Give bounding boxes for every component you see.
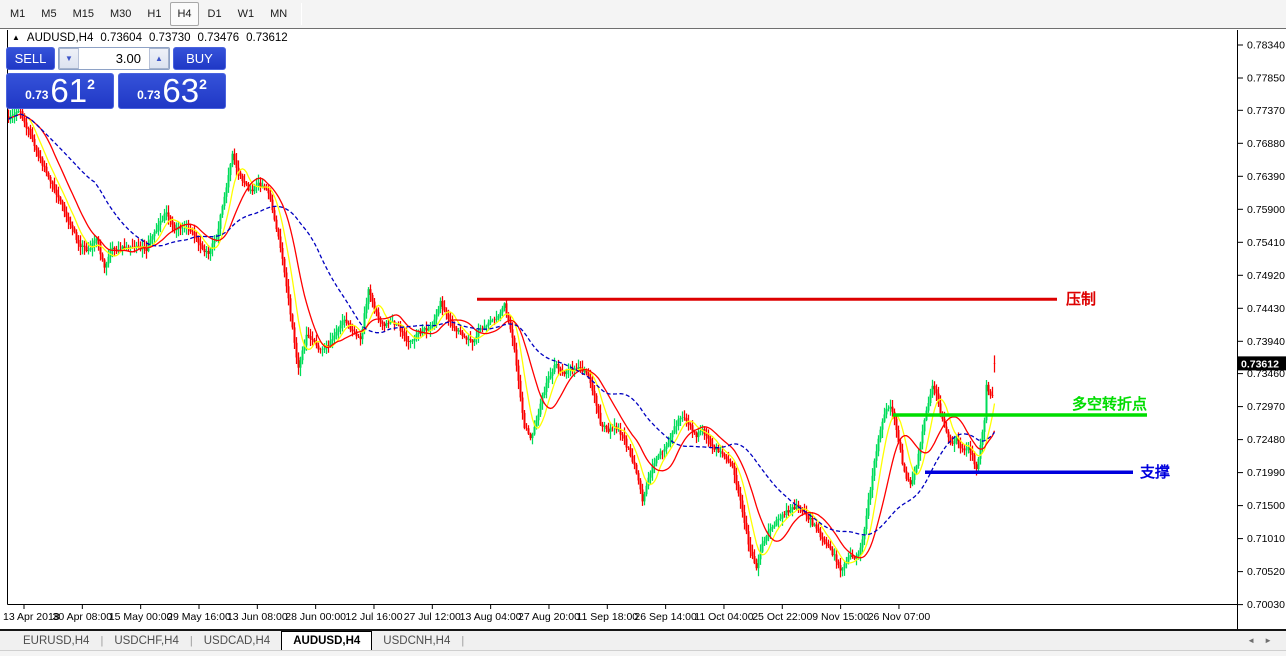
tab-eurusd[interactable]: EURUSD,H4 bbox=[12, 631, 100, 650]
time-axis-label: 13 Apr 2018 bbox=[3, 611, 60, 623]
sell-price-pipette: 2 bbox=[87, 76, 95, 92]
buy-price-big: 63 bbox=[162, 75, 199, 106]
volume-decrease-button[interactable]: ▼ bbox=[59, 48, 79, 69]
quote-symbol: AUDUSD,H4 bbox=[27, 32, 93, 44]
moving-average-mid bbox=[9, 114, 995, 558]
tab-usdcad[interactable]: USDCAD,H4 bbox=[193, 631, 281, 650]
chart-frame bbox=[8, 30, 1238, 629]
tab-scroll-right-icon[interactable]: ► bbox=[1264, 636, 1272, 645]
tab-usdchf[interactable]: USDCHF,H4 bbox=[103, 631, 190, 650]
status-strip bbox=[0, 650, 1286, 656]
support-label[interactable]: 支撑 bbox=[1140, 461, 1170, 482]
time-axis-label: 27 Aug 20:00 bbox=[518, 611, 580, 623]
time-axis-label: 12 Jul 16:00 bbox=[345, 611, 402, 623]
sell-button[interactable]: SELL bbox=[6, 47, 55, 70]
sell-price-panel[interactable]: 0.73 61 2 bbox=[6, 73, 114, 109]
price-axis-label: 0.74430 bbox=[1247, 303, 1285, 315]
price-axis-label: 0.76390 bbox=[1247, 171, 1285, 183]
price-axis-label: 0.75410 bbox=[1247, 237, 1285, 249]
price-axis-label: 0.71010 bbox=[1247, 533, 1285, 545]
tab-scroll-left-icon[interactable]: ◄ bbox=[1247, 636, 1255, 645]
time-axis-label: 26 Sep 14:00 bbox=[634, 611, 697, 623]
price-axis-label: 0.76880 bbox=[1247, 138, 1285, 150]
time-axis-label: 25 Oct 22:00 bbox=[752, 611, 812, 623]
price-axis-label: 0.77370 bbox=[1247, 105, 1285, 117]
price-axis-label: 0.70520 bbox=[1247, 566, 1285, 578]
turning-point-label[interactable]: 多空转折点 bbox=[1072, 393, 1147, 414]
chart-tab-bar: EURUSD,H4 | USDCHF,H4 | USDCAD,H4 AUDUSD… bbox=[0, 629, 1286, 650]
sell-price-prefix: 0.73 bbox=[25, 88, 48, 102]
time-axis[interactable]: 13 Apr 201830 Apr 08:0015 May 00:0029 Ma… bbox=[3, 605, 930, 624]
volume-spinner: ▼ 3.00 ▲ bbox=[58, 47, 170, 70]
collapse-icon[interactable]: ▲ bbox=[12, 33, 20, 42]
tab-audusd[interactable]: AUDUSD,H4 bbox=[281, 631, 372, 650]
quote-line: ▲ AUDUSD,H4 0.73604 0.73730 0.73476 0.73… bbox=[12, 32, 288, 44]
price-axis-label: 0.71500 bbox=[1247, 500, 1285, 512]
quote-close: 0.73612 bbox=[246, 32, 288, 44]
time-axis-label: 11 Sep 18:00 bbox=[576, 611, 638, 623]
spin-down-icon: ▼ bbox=[65, 54, 73, 63]
price-axis-label: 0.74920 bbox=[1247, 270, 1285, 282]
quote-low: 0.73476 bbox=[198, 32, 240, 44]
buy-price-prefix: 0.73 bbox=[137, 88, 160, 102]
time-axis-label: 28 Jun 00:00 bbox=[285, 611, 346, 623]
buy-price-pipette: 2 bbox=[199, 76, 207, 92]
volume-increase-button[interactable]: ▲ bbox=[149, 48, 169, 69]
buy-button[interactable]: BUY bbox=[173, 47, 226, 70]
resistance-label[interactable]: 压制 bbox=[1066, 288, 1096, 309]
quote-high: 0.73730 bbox=[149, 32, 191, 44]
volume-input[interactable]: 3.00 bbox=[79, 48, 149, 69]
moving-average-fast bbox=[9, 114, 995, 563]
time-axis-label: 29 May 16:00 bbox=[167, 611, 231, 623]
mt4-window: M1 M5 M15 M30 H1 H4 D1 W1 MN 0.783400.77… bbox=[0, 0, 1286, 656]
tab-usdcnh[interactable]: USDCNH,H4 bbox=[372, 631, 461, 650]
buy-price-panel[interactable]: 0.73 63 2 bbox=[118, 73, 226, 109]
spin-up-icon: ▲ bbox=[155, 54, 163, 63]
price-axis-label: 0.78340 bbox=[1247, 40, 1285, 52]
quote-open: 0.73604 bbox=[100, 32, 142, 44]
price-axis-label: 0.75900 bbox=[1247, 204, 1285, 216]
price-axis-label: 0.72970 bbox=[1247, 401, 1285, 413]
price-axis-label: 0.77850 bbox=[1247, 73, 1285, 85]
time-axis-label: 30 Apr 08:00 bbox=[53, 611, 113, 623]
time-axis-label: 13 Aug 04:00 bbox=[460, 611, 522, 623]
time-axis-label: 15 May 00:00 bbox=[109, 611, 173, 623]
price-axis-label: 0.70030 bbox=[1247, 599, 1285, 611]
time-axis-label: 13 Jun 08:00 bbox=[227, 611, 288, 623]
one-click-trading-widget: SELL ▼ 3.00 ▲ BUY 0.73 61 2 0.73 63 2 bbox=[6, 47, 226, 109]
sell-price-big: 61 bbox=[50, 75, 87, 106]
moving-average-slow bbox=[9, 114, 995, 535]
price-axis-label: 0.73940 bbox=[1247, 336, 1285, 348]
current-price-label: 0.73612 bbox=[1241, 358, 1279, 370]
price-axis[interactable]: 0.78340 0.77850 0.77370 0.76880 0.76390 0.759… bbox=[1238, 40, 1286, 612]
tab-separator: | bbox=[461, 631, 464, 650]
price-axis-label: 0.71990 bbox=[1247, 467, 1285, 479]
time-axis-label: 26 Nov 07:00 bbox=[868, 611, 931, 623]
time-axis-label: 11 Oct 04:00 bbox=[694, 611, 754, 623]
candles-layer bbox=[9, 103, 995, 577]
price-axis-label: 0.72480 bbox=[1247, 434, 1285, 446]
time-axis-label: 9 Nov 15:00 bbox=[812, 611, 869, 623]
time-axis-label: 27 Jul 12:00 bbox=[404, 611, 461, 623]
